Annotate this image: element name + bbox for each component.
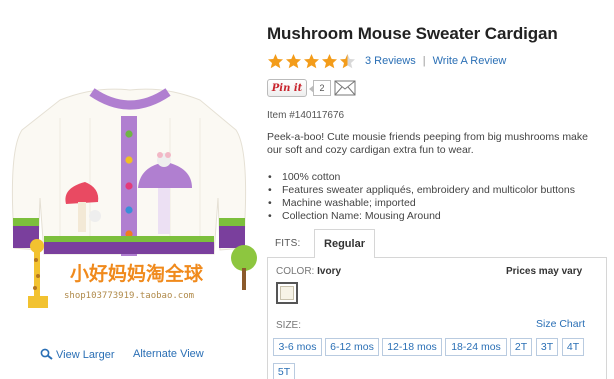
pin-count-badge: 2 (309, 80, 331, 96)
share-row: Pin it 2 (267, 79, 356, 97)
product-description: Peek-a-boo! Cute mousie friends peeping … (267, 131, 588, 156)
color-label: COLOR: Ivory (276, 266, 341, 277)
size-option-5t[interactable]: 5T (273, 363, 295, 379)
size-option-3-6-mos[interactable]: 3-6 mos (273, 338, 322, 356)
size-option-6-12-mos[interactable]: 6-12 mos (325, 338, 379, 356)
feature-item: Features sweater appliqués, embroidery a… (267, 184, 597, 197)
feature-item: Collection Name: Mousing Around (267, 210, 597, 223)
prices-note: Prices may vary (506, 266, 583, 277)
color-value: Ivory (317, 266, 342, 277)
alternate-view-link[interactable]: Alternate View (133, 348, 204, 360)
star-icon (286, 54, 301, 69)
size-label: SIZE: (276, 320, 302, 331)
rating-row: 3 Reviews | Write A Review (267, 52, 506, 70)
feature-item: Machine washable; imported (267, 197, 597, 210)
size-option-4t[interactable]: 4T (562, 338, 584, 356)
feature-item: 100% cotton (267, 171, 597, 184)
swatch-fill (280, 286, 294, 300)
magnifier-icon (40, 348, 53, 360)
watermark-chinese-text: 小好妈妈淘全球 (70, 262, 204, 285)
size-option-3t[interactable]: 3T (536, 338, 558, 356)
size-option-12-18-mos[interactable]: 12-18 mos (382, 338, 442, 356)
size-option-2t[interactable]: 2T (510, 338, 532, 356)
feature-list: 100% cotton Features sweater appliqués, … (267, 171, 597, 223)
star-icon (304, 54, 319, 69)
star-icon (268, 54, 283, 69)
star-rating (267, 53, 357, 69)
reviews-link[interactable]: 3 Reviews (365, 55, 416, 67)
fits-label: FITS: (275, 238, 301, 249)
rating-separator: | (422, 55, 426, 67)
item-number: Item #140117676 (267, 110, 345, 121)
email-share-icon[interactable] (334, 80, 356, 96)
view-larger-link[interactable]: View Larger (40, 348, 115, 361)
pinit-button[interactable]: Pin it (267, 79, 307, 97)
size-option-18-24-mos[interactable]: 18-24 mos (445, 338, 507, 356)
color-swatch-ivory[interactable] (276, 282, 298, 304)
product-title: Mushroom Mouse Sweater Cardigan (267, 24, 558, 43)
view-larger-label: View Larger (56, 349, 115, 361)
shop-watermark: 小好妈妈淘全球 shop103773919.taobao.com (28, 239, 257, 308)
watermark-url-text: shop103773919.taobao.com (64, 291, 194, 301)
write-review-link[interactable]: Write A Review (433, 55, 507, 67)
star-icon (322, 54, 337, 69)
color-label-text: COLOR: (276, 266, 315, 277)
tab-regular[interactable]: Regular (314, 229, 375, 258)
star-icon (340, 54, 355, 69)
size-chart-link[interactable]: Size Chart (536, 318, 585, 330)
